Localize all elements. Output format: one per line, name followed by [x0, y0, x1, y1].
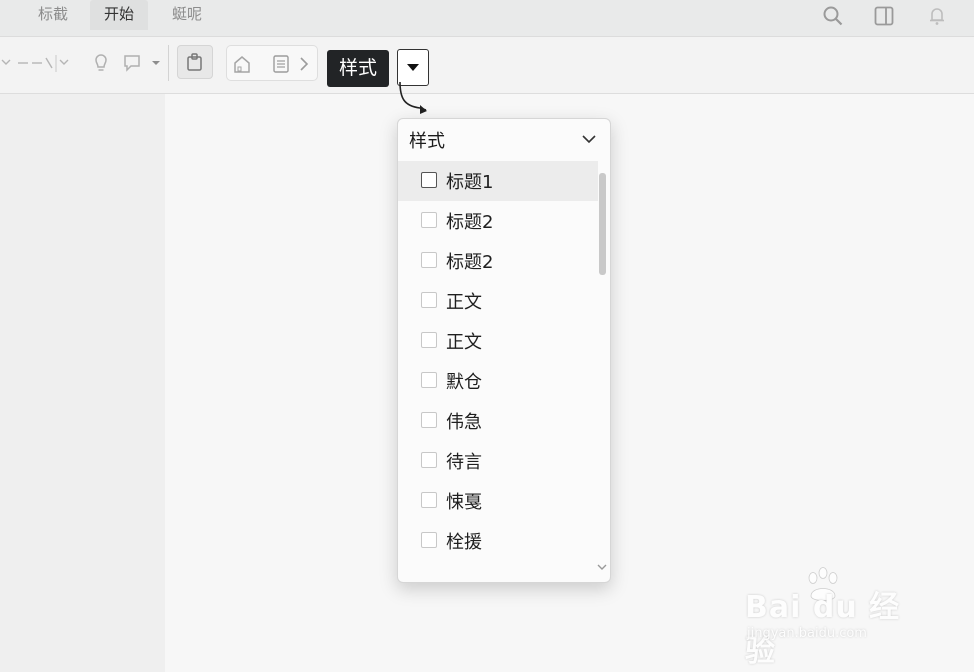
document-icon[interactable]: [271, 54, 291, 74]
style-item[interactable]: 伟急: [398, 401, 598, 441]
home-icon[interactable]: [231, 53, 253, 75]
watermark: Bai du 经验 jingyan.baidu.com: [745, 567, 925, 669]
style-button[interactable]: 样式: [327, 50, 389, 87]
style-checkbox[interactable]: [421, 372, 437, 388]
left-sidebar: [0, 94, 165, 672]
style-checkbox[interactable]: [421, 332, 437, 348]
navigation-group: [226, 45, 318, 81]
scrollbar-thumb[interactable]: [599, 173, 606, 275]
style-item-label: 正文: [446, 292, 482, 313]
style-checkbox[interactable]: [421, 252, 437, 268]
panel-header[interactable]: 样式: [398, 119, 610, 161]
style-checkbox[interactable]: [421, 492, 437, 508]
style-item[interactable]: 栓援: [398, 521, 598, 561]
style-item[interactable]: 待言: [398, 441, 598, 481]
tab-start[interactable]: 开始: [90, 0, 149, 30]
chevron-down-small-icon[interactable]: [148, 50, 164, 76]
paste-icon: [187, 53, 202, 71]
tab-0[interactable]: 标截: [24, 0, 82, 30]
style-item-label: 正文: [446, 332, 482, 353]
tab-2[interactable]: 蜓呢: [158, 0, 216, 30]
style-checkbox[interactable]: [421, 172, 437, 188]
style-checkbox[interactable]: [421, 532, 437, 548]
style-item-label: 标题2: [446, 212, 494, 233]
style-item-label: 标题2: [446, 252, 494, 273]
style-checkbox[interactable]: [421, 412, 437, 428]
scroll-down-icon[interactable]: [597, 563, 607, 571]
format-strip-icon[interactable]: [0, 50, 70, 76]
style-checkbox[interactable]: [421, 452, 437, 468]
style-item[interactable]: 正文: [398, 281, 598, 321]
search-icon[interactable]: [822, 5, 844, 27]
style-checkbox[interactable]: [421, 292, 437, 308]
style-item[interactable]: 标题2: [398, 201, 598, 241]
paste-button[interactable]: [177, 45, 213, 79]
style-item-label: 悚戛: [446, 492, 482, 513]
chevron-down-icon: [407, 64, 419, 71]
bulb-icon[interactable]: [88, 50, 114, 76]
style-item[interactable]: 标题1: [398, 161, 598, 201]
style-item-label: 栓援: [446, 532, 482, 553]
styles-dropdown-panel: 样式 标题1 标题2 标题2 正文 正文 默仓 伟急 待言 悚戛 栓援: [397, 118, 611, 583]
style-item[interactable]: 悚戛: [398, 481, 598, 521]
style-item[interactable]: 正文: [398, 321, 598, 361]
style-checkbox[interactable]: [421, 212, 437, 228]
comment-icon[interactable]: [120, 50, 146, 76]
ribbon-toolbar: 样式: [0, 37, 974, 94]
layout-icon[interactable]: [873, 5, 895, 27]
watermark-url: jingyan.baidu.com: [747, 626, 867, 641]
style-item[interactable]: 默仓: [398, 361, 598, 401]
style-item[interactable]: 标题2: [398, 241, 598, 281]
chevron-right-icon[interactable]: [297, 55, 311, 73]
top-tab-bar: 标截 开始 蜓呢: [0, 0, 974, 37]
style-item-label: 标题1: [446, 172, 494, 193]
style-item-label: 待言: [446, 452, 482, 473]
notification-icon[interactable]: [926, 5, 948, 27]
panel-title: 样式: [409, 131, 445, 152]
toolbar-divider: [168, 45, 169, 81]
style-item-label: 默仓: [446, 372, 482, 393]
chevron-down-icon[interactable]: [581, 133, 597, 145]
style-item-label: 伟急: [446, 412, 482, 433]
